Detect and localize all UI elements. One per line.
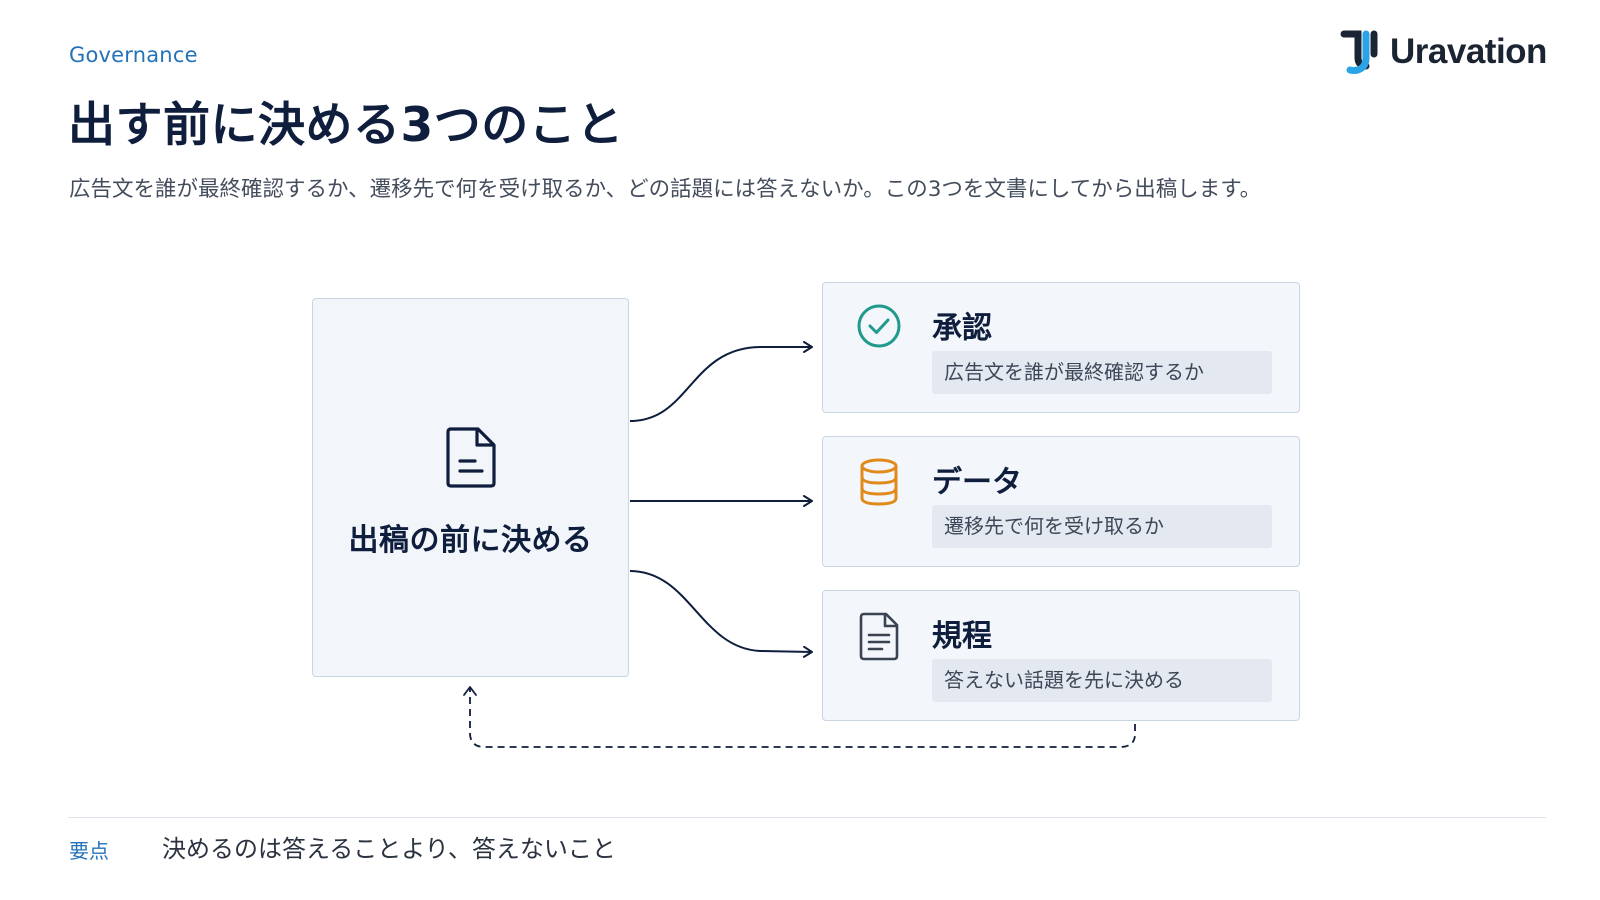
document-lines-icon: [856, 611, 902, 661]
arrow-to-approval: [629, 341, 813, 422]
flow-connectors: [463, 341, 1136, 748]
database-icon: [856, 457, 902, 506]
divider: [68, 817, 1546, 818]
card-description: 遷移先で何を受け取るか: [932, 505, 1272, 548]
card-policy: 規程 答えない話題を先に決める: [822, 590, 1300, 721]
card-title: データ: [932, 465, 1022, 500]
key-point-label: 要点: [69, 839, 109, 863]
card-title: 規程: [932, 619, 992, 654]
source-label: 出稿の前に決める: [348, 522, 593, 558]
key-point-text: 決めるのは答えることより、答えないこと: [162, 835, 616, 863]
card-approval: 承認 広告文を誰が最終確認するか: [822, 282, 1300, 413]
document-icon: [444, 425, 498, 493]
card-description: 広告文を誰が最終確認するか: [932, 351, 1272, 394]
source-box: 出稿の前に決める: [312, 298, 629, 677]
card-title: 承認: [932, 311, 992, 346]
card-data: データ 遷移先で何を受け取るか: [822, 436, 1300, 567]
card-description: 答えない話題を先に決める: [932, 659, 1272, 702]
arrow-to-policy: [629, 570, 813, 658]
check-circle-icon: [856, 303, 902, 349]
